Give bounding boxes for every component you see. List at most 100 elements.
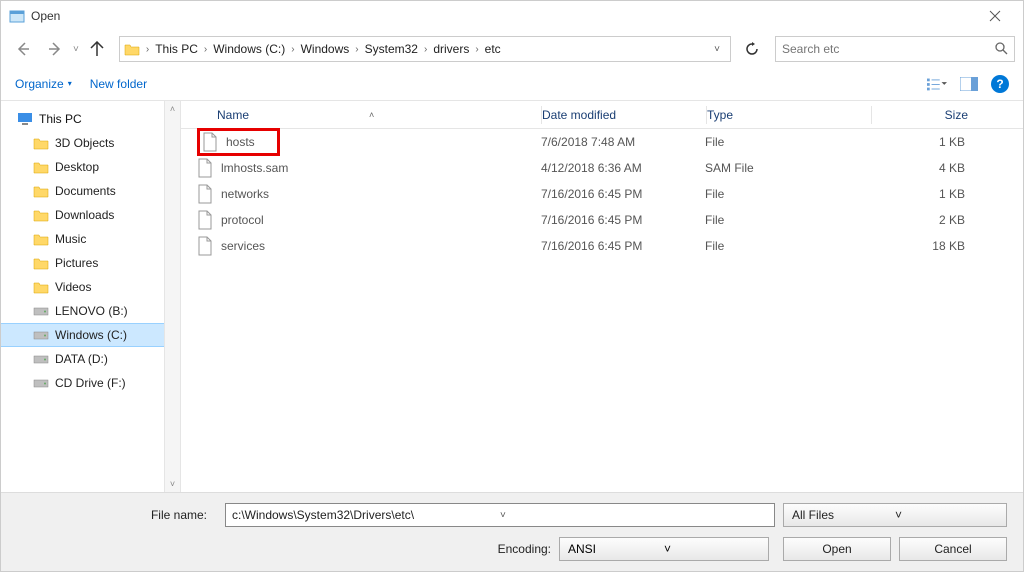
preview-pane-button[interactable]: [959, 74, 979, 94]
up-button[interactable]: [83, 35, 111, 63]
chevron-right-icon: ›: [473, 44, 480, 55]
open-dialog: Open ˅ › This PC › Windows (C:) › Window…: [0, 0, 1024, 572]
help-button[interactable]: ?: [991, 75, 1009, 93]
sort-asc-icon: ˄: [369, 110, 374, 120]
drive-icon: [33, 304, 49, 318]
file-icon: [197, 184, 213, 204]
file-type: File: [705, 239, 869, 253]
arrow-left-icon: [15, 41, 31, 57]
tree-item[interactable]: Videos: [1, 275, 180, 299]
tree-item[interactable]: Pictures: [1, 251, 180, 275]
file-row[interactable]: protocol7/16/2016 6:45 PMFile2 KB: [181, 207, 1023, 233]
column-name[interactable]: Name ˄: [181, 108, 541, 122]
file-name: networks: [221, 187, 269, 201]
tree-item[interactable]: Documents: [1, 179, 180, 203]
file-list: Name ˄ Date modified Type Size hosts 7/6/…: [181, 101, 1023, 492]
file-date: 4/12/2018 6:36 AM: [541, 161, 705, 175]
chevron-down-icon: ˅: [664, 542, 760, 556]
organize-menu[interactable]: Organize ▾: [15, 77, 72, 91]
tree-label: Videos: [55, 280, 91, 294]
filename-combobox[interactable]: c:\Windows\System32\Drivers\etc\ ˅: [225, 503, 775, 527]
column-label: Name: [217, 108, 249, 122]
close-button[interactable]: [975, 1, 1015, 31]
tree-label: Music: [55, 232, 86, 246]
file-name: protocol: [221, 213, 264, 227]
search-input[interactable]: [782, 42, 994, 56]
refresh-button[interactable]: [739, 36, 765, 62]
tree-scrollbar[interactable]: ˄ ˅: [164, 101, 180, 492]
column-type[interactable]: Type: [707, 108, 871, 122]
back-button[interactable]: [9, 35, 37, 63]
file-name: hosts: [226, 135, 255, 149]
tree-item[interactable]: Windows (C:): [1, 323, 180, 347]
folder-icon: [33, 136, 49, 150]
file-row[interactable]: lmhosts.sam4/12/2018 6:36 AMSAM File4 KB: [181, 155, 1023, 181]
tree-label: LENOVO (B:): [55, 304, 128, 318]
file-row[interactable]: networks7/16/2016 6:45 PMFile1 KB: [181, 181, 1023, 207]
breadcrumb[interactable]: System32: [361, 37, 422, 61]
folder-icon: [33, 280, 49, 294]
folder-icon: [33, 256, 49, 270]
drive-icon: [33, 376, 49, 390]
search-icon: [994, 41, 1008, 58]
folder-icon: [33, 184, 49, 198]
file-size: 4 KB: [869, 161, 983, 175]
file-size: 2 KB: [869, 213, 983, 227]
chevron-right-icon: ›: [353, 44, 360, 55]
chevron-down-icon: ˅: [895, 508, 998, 522]
tree-item[interactable]: CD Drive (F:): [1, 371, 180, 395]
tree-item[interactable]: LENOVO (B:): [1, 299, 180, 323]
scroll-up-icon[interactable]: ˄: [170, 101, 175, 117]
breadcrumb[interactable]: Windows (C:): [209, 37, 289, 61]
forward-button[interactable]: [41, 35, 69, 63]
file-name: services: [221, 239, 265, 253]
refresh-icon: [745, 42, 759, 56]
tree-label: Downloads: [55, 208, 114, 222]
footer: File name: c:\Windows\System32\Drivers\e…: [1, 492, 1023, 571]
column-date[interactable]: Date modified: [542, 108, 706, 122]
address-dropdown[interactable]: ˅: [708, 44, 726, 55]
file-type: File: [705, 135, 869, 149]
breadcrumb[interactable]: Windows: [297, 37, 354, 61]
chevron-down-icon[interactable]: ˅: [500, 510, 768, 521]
file-row[interactable]: services7/16/2016 6:45 PMFile18 KB: [181, 233, 1023, 259]
view-menu-button[interactable]: [927, 74, 947, 94]
open-button[interactable]: Open: [783, 537, 891, 561]
column-size[interactable]: Size: [872, 108, 986, 122]
encoding-combobox[interactable]: ANSI ˅: [559, 537, 769, 561]
new-folder-button[interactable]: New folder: [90, 77, 147, 91]
scroll-down-icon[interactable]: ˅: [170, 476, 175, 492]
breadcrumb[interactable]: etc: [481, 37, 505, 61]
tree-label: CD Drive (F:): [55, 376, 126, 390]
file-size: 1 KB: [869, 135, 983, 149]
address-bar[interactable]: › This PC › Windows (C:) › Windows › Sys…: [119, 36, 731, 62]
drive-icon: [33, 328, 49, 342]
tree-item[interactable]: 3D Objects: [1, 131, 180, 155]
encoding-label: Encoding:: [498, 542, 551, 556]
history-dropdown[interactable]: ˅: [73, 44, 79, 55]
file-size: 1 KB: [869, 187, 983, 201]
tree-item[interactable]: Downloads: [1, 203, 180, 227]
file-icon: [197, 236, 213, 256]
folder-icon: [33, 160, 49, 174]
tree-root-this-pc[interactable]: This PC: [1, 107, 180, 131]
titlebar: Open: [1, 1, 1023, 31]
file-list-header[interactable]: Name ˄ Date modified Type Size: [181, 101, 1023, 129]
file-icon: [197, 210, 213, 230]
tree-item[interactable]: DATA (D:): [1, 347, 180, 371]
file-filter-combobox[interactable]: All Files ˅: [783, 503, 1007, 527]
cancel-button[interactable]: Cancel: [899, 537, 1007, 561]
filter-value: All Files: [792, 508, 895, 522]
tree-item[interactable]: Music: [1, 227, 180, 251]
breadcrumb[interactable]: drivers: [429, 37, 473, 61]
tree-label: Desktop: [55, 160, 99, 174]
file-icon: [197, 158, 213, 178]
file-date: 7/6/2018 7:48 AM: [541, 135, 705, 149]
tree-label: DATA (D:): [55, 352, 108, 366]
search-box[interactable]: [775, 36, 1015, 62]
tree-item[interactable]: Desktop: [1, 155, 180, 179]
breadcrumb[interactable]: This PC: [151, 37, 202, 61]
file-size: 18 KB: [869, 239, 983, 253]
file-row[interactable]: hosts 7/6/2018 7:48 AMFile1 KB: [181, 129, 1023, 155]
file-type: File: [705, 213, 869, 227]
